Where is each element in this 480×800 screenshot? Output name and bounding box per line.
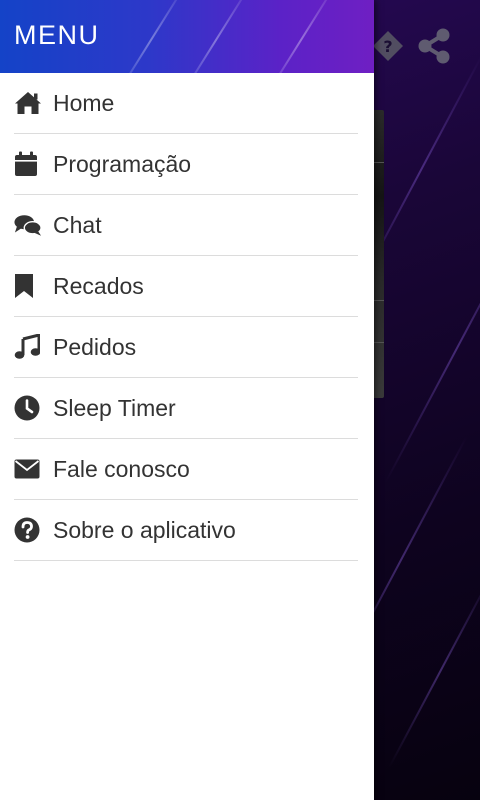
music-icon bbox=[14, 333, 42, 361]
menu-item-label: Sleep Timer bbox=[53, 394, 176, 421]
menu-list: Home Programação Chat Recados Pedidos Sl… bbox=[0, 73, 374, 561]
menu-item-label: Fale conosco bbox=[53, 455, 190, 482]
menu-item-sobre[interactable]: Sobre o aplicativo bbox=[14, 500, 358, 561]
svg-text:?: ? bbox=[383, 37, 392, 56]
drawer-header: MENU bbox=[0, 0, 374, 73]
menu-item-pedidos[interactable]: Pedidos bbox=[14, 317, 358, 378]
menu-item-chat[interactable]: Chat bbox=[14, 195, 358, 256]
menu-item-home[interactable]: Home bbox=[14, 73, 358, 134]
app-screen: ? MENU Home Programação Chat Recados Ped… bbox=[0, 0, 480, 800]
menu-item-label: Pedidos bbox=[53, 333, 137, 360]
menu-item-recados[interactable]: Recados bbox=[14, 256, 358, 317]
menu-item-label: Home bbox=[53, 89, 115, 116]
clock-icon bbox=[14, 394, 42, 422]
share-icon[interactable] bbox=[414, 26, 454, 66]
menu-item-label: Recados bbox=[53, 272, 144, 299]
drawer-title: MENU bbox=[14, 20, 100, 50]
menu-item-label: Sobre o aplicativo bbox=[53, 516, 236, 543]
help-icon[interactable]: ? bbox=[368, 26, 408, 66]
menu-item-fale-conosco[interactable]: Fale conosco bbox=[14, 439, 358, 500]
navigation-drawer: MENU Home Programação Chat Recados Pedid… bbox=[0, 0, 374, 800]
menu-item-label: Chat bbox=[53, 211, 102, 238]
menu-item-programacao[interactable]: Programação bbox=[14, 134, 358, 195]
question-circle-icon bbox=[14, 516, 42, 544]
envelope-icon bbox=[14, 455, 42, 483]
background-streak bbox=[384, 217, 480, 483]
calendar-icon bbox=[14, 150, 42, 178]
menu-item-sleep-timer[interactable]: Sleep Timer bbox=[14, 378, 358, 439]
menu-item-label: Programação bbox=[53, 150, 192, 177]
background-streak bbox=[388, 572, 480, 768]
bookmark-icon bbox=[14, 272, 42, 300]
chat-icon bbox=[14, 211, 42, 239]
home-icon bbox=[14, 89, 42, 117]
